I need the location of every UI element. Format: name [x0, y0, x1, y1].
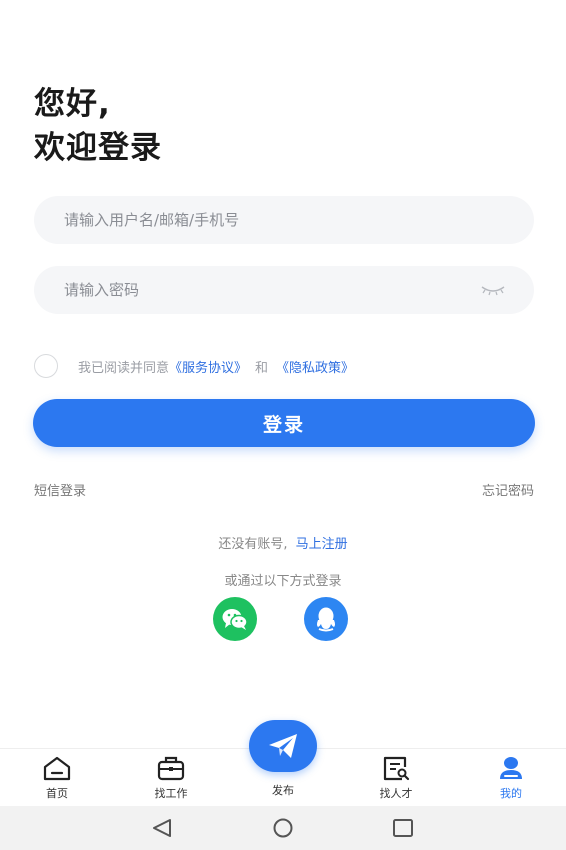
password-field[interactable] [34, 266, 534, 314]
tab-talent[interactable]: 找人才 [361, 755, 431, 801]
briefcase-icon [157, 756, 185, 781]
other-login-tip: 或通过以下方式登录 [224, 574, 342, 589]
register-prompt: 还没有账号, [218, 537, 288, 552]
greeting: 您好, 欢迎登录 [34, 82, 162, 170]
forgot-password-link[interactable]: 忘记密码 [482, 480, 534, 499]
tab-talent-label: 找人才 [379, 787, 413, 800]
agreement-checkbox[interactable] [34, 354, 58, 378]
eye-closed-icon[interactable] [480, 283, 506, 297]
greeting-line-1: 您好, [34, 86, 111, 122]
agreement-and: 和 [255, 360, 269, 376]
wechat-login-button[interactable] [213, 597, 257, 641]
username-input[interactable] [64, 196, 484, 244]
register-row: 还没有账号, 马上注册 [0, 533, 566, 552]
back-icon[interactable] [150, 818, 174, 838]
system-navigation-bar [0, 806, 566, 850]
tab-mine[interactable]: 我的 [476, 755, 546, 801]
wechat-icon [222, 609, 248, 630]
qq-login-button[interactable] [304, 597, 348, 641]
sms-login-link[interactable]: 短信登录 [34, 480, 86, 499]
service-agreement-link[interactable]: 《服务协议》 [169, 357, 247, 376]
tab-mine-label: 我的 [500, 787, 522, 800]
register-link[interactable]: 马上注册 [296, 537, 348, 552]
tab-home-label: 首页 [46, 787, 68, 800]
agreement-row: 我已阅读并同意 《服务协议》 和 《隐私政策》 [34, 354, 354, 378]
privacy-policy-link[interactable]: 《隐私政策》 [276, 357, 354, 376]
greeting-line-2: 欢迎登录 [34, 130, 162, 166]
paper-plane-icon [269, 734, 297, 758]
username-field[interactable] [34, 196, 534, 244]
user-icon [500, 757, 522, 779]
resume-search-icon [383, 756, 410, 781]
qq-icon [317, 607, 335, 632]
tab-jobs-label: 找工作 [154, 787, 188, 800]
home-icon [43, 756, 71, 781]
home-circle-icon[interactable] [270, 818, 296, 838]
tab-jobs[interactable]: 找工作 [136, 755, 206, 801]
login-button[interactable]: 登录 [33, 399, 535, 447]
recents-icon[interactable] [392, 818, 414, 838]
agreement-prefix: 我已阅读并同意 [78, 360, 170, 376]
tab-publish-label: 发布 [272, 784, 294, 797]
password-input[interactable] [64, 266, 484, 314]
tab-home[interactable]: 首页 [22, 755, 92, 801]
publish-button[interactable] [249, 720, 317, 772]
